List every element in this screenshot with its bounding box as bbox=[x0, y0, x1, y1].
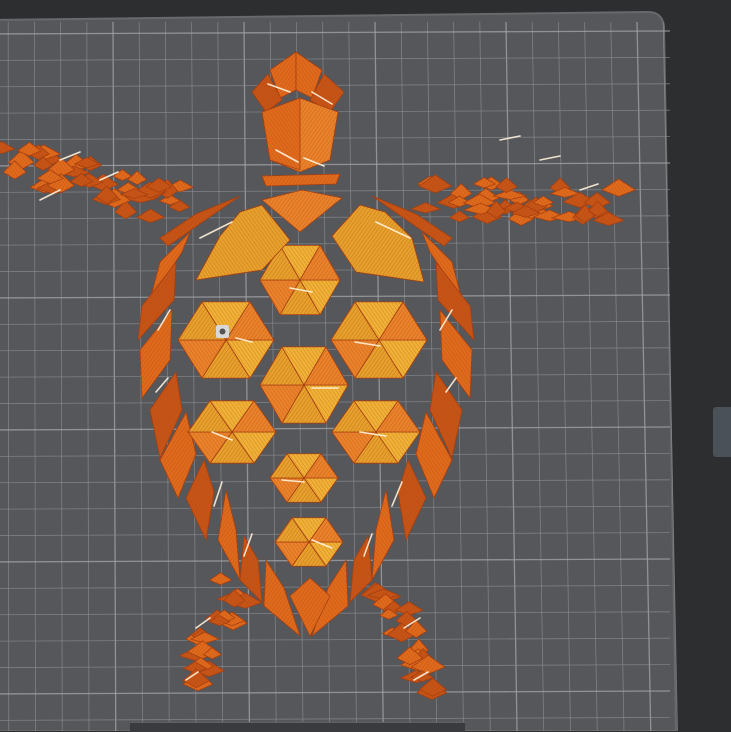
build-plate-viewport[interactable] bbox=[0, 0, 731, 731]
neck-band-texture bbox=[262, 174, 340, 186]
panel-collapse-icon[interactable] bbox=[713, 407, 731, 457]
grid-line bbox=[7, 21, 10, 731]
seam-marker-icon bbox=[216, 325, 229, 338]
